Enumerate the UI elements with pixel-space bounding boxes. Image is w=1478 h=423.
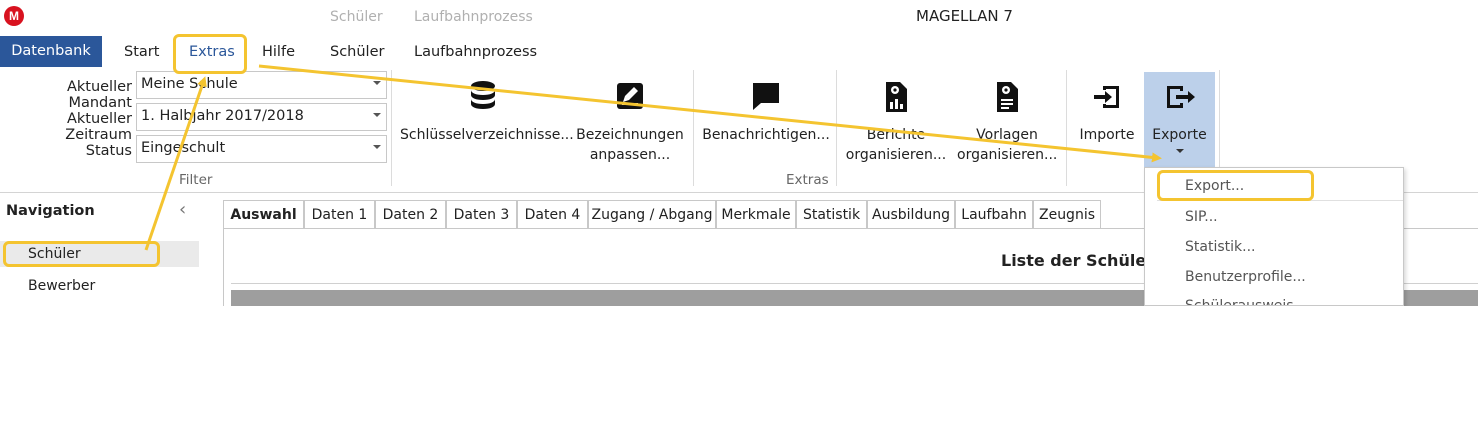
status-combobox[interactable]: Eingeschult [136,135,387,163]
berichte-label-1: Berichte [866,127,926,143]
exporte-button[interactable]: Exporte [1144,72,1215,168]
status-value: Eingeschult [141,140,226,156]
tab-daten-3[interactable]: Daten 3 [446,200,517,229]
message-icon [753,83,779,110]
template-settings-icon [997,82,1018,112]
schluesselverzeichnisse-button[interactable]: Schlüsselverzeichnisse... [400,72,574,170]
zeitraum-combobox[interactable]: 1. Halbjahr 2017/2018 [136,103,387,131]
berichte-organisieren-button[interactable]: Berichte organisieren... [845,72,947,170]
list-title: Liste der Schüler [1001,251,1155,270]
export-dropdown-menu: Export... SIP... Statistik... Benutzerpr… [1144,167,1404,306]
importe-button[interactable]: Importe [1074,72,1140,170]
tab-daten-4[interactable]: Daten 4 [517,200,588,229]
vorlagen-label-2: organisieren... [957,147,1058,163]
app-title: MAGELLAN 7 [916,7,1013,25]
tab-laufbahn[interactable]: Laufbahn [955,200,1033,229]
report-settings-icon [886,82,907,112]
tab-merkmale[interactable]: Merkmale [716,200,796,229]
menu-schueler[interactable]: Schüler [330,44,384,60]
nav-item-schueler[interactable]: Schüler [0,241,199,267]
tab-zugang-abgang[interactable]: Zugang / Abgang [588,200,716,229]
mandant-value: Meine Schule [141,76,238,92]
menu-extras[interactable]: Extras [189,44,235,60]
app-window: M Schüler Laufbahnprozess MAGELLAN 7 Dat… [0,0,1478,306]
menu-item-export[interactable]: Export... [1185,178,1244,194]
ribbon-separator [391,70,392,186]
importe-label: Importe [1079,127,1135,143]
menu-hilfe[interactable]: Hilfe [262,44,295,60]
menu-datenbank[interactable]: Datenbank [0,36,102,67]
database-icon [471,81,495,109]
menu-item-statistik[interactable]: Statistik... [1185,239,1255,255]
nav-item-bewerber[interactable]: Bewerber [0,273,199,299]
edit-icon [617,83,643,109]
ribbon-separator [836,70,837,186]
status-label: Status [85,143,132,159]
mandant-label: Aktueller Mandant [66,79,132,111]
export-icon [1166,86,1195,108]
tab-ausbildung[interactable]: Ausbildung [867,200,955,229]
nav-item-label: Schüler [28,246,81,262]
tab-zeugnis[interactable]: Zeugnis [1033,200,1101,229]
chevron-down-icon[interactable] [373,145,381,149]
tab-auswahl[interactable]: Auswahl [223,200,304,229]
content-border [223,228,224,306]
bezeichnungen-label-2: anpassen... [589,147,671,163]
extras-group-label: Extras [786,172,829,188]
mandant-combobox[interactable]: Meine Schule [136,71,387,99]
filter-group-label: Filter [179,172,213,188]
chevron-down-icon[interactable] [373,81,381,85]
navigation-title: Navigation [6,203,95,219]
menu-start[interactable]: Start [124,44,159,60]
menu-item-schuelerausweis[interactable]: Schülerausweis... [1185,298,1307,305]
menu-laufbahnprozess[interactable]: Laufbahnprozess [414,44,537,60]
menu-item-benutzerprofile[interactable]: Benutzerprofile... [1185,269,1306,285]
bezeichnungen-label-1: Bezeichnungen [576,127,684,143]
berichte-label-2: organisieren... [845,147,947,163]
ribbon-separator [1066,70,1067,186]
benachrichtigen-label: Benachrichtigen... [702,127,830,143]
vorlagen-organisieren-button[interactable]: Vorlagen organisieren... [957,72,1057,170]
menu-item-sip[interactable]: SIP... [1185,209,1218,225]
chevron-down-icon [1175,149,1184,153]
tab-daten-2[interactable]: Daten 2 [375,200,446,229]
ribbon-separator [693,70,694,186]
bezeichnungen-anpassen-button[interactable]: Bezeichnungen anpassen... [574,72,686,170]
zeitraum-value: 1. Halbjahr 2017/2018 [141,108,304,124]
ghost-tab-schueler: Schüler [330,9,383,25]
benachrichtigen-button[interactable]: Benachrichtigen... [702,72,830,170]
nav-item-label: Bewerber [28,278,96,294]
magellan-logo-icon: M [4,6,24,26]
tab-statistik[interactable]: Statistik [796,200,867,229]
zeitraum-label: Aktueller Zeitraum [65,111,132,143]
import-icon [1094,86,1119,108]
exporte-label: Exporte [1152,127,1207,143]
vorlagen-label-1: Vorlagen [976,127,1038,143]
menu-separator [1157,200,1403,201]
collapse-chevron-icon[interactable]: ‹ [179,199,186,220]
chevron-down-icon[interactable] [373,113,381,117]
schluessel-label: Schlüsselverzeichnisse... [400,127,574,143]
tab-daten-1[interactable]: Daten 1 [304,200,375,229]
ghost-tab-laufbahnprozess: Laufbahnprozess [414,9,533,25]
